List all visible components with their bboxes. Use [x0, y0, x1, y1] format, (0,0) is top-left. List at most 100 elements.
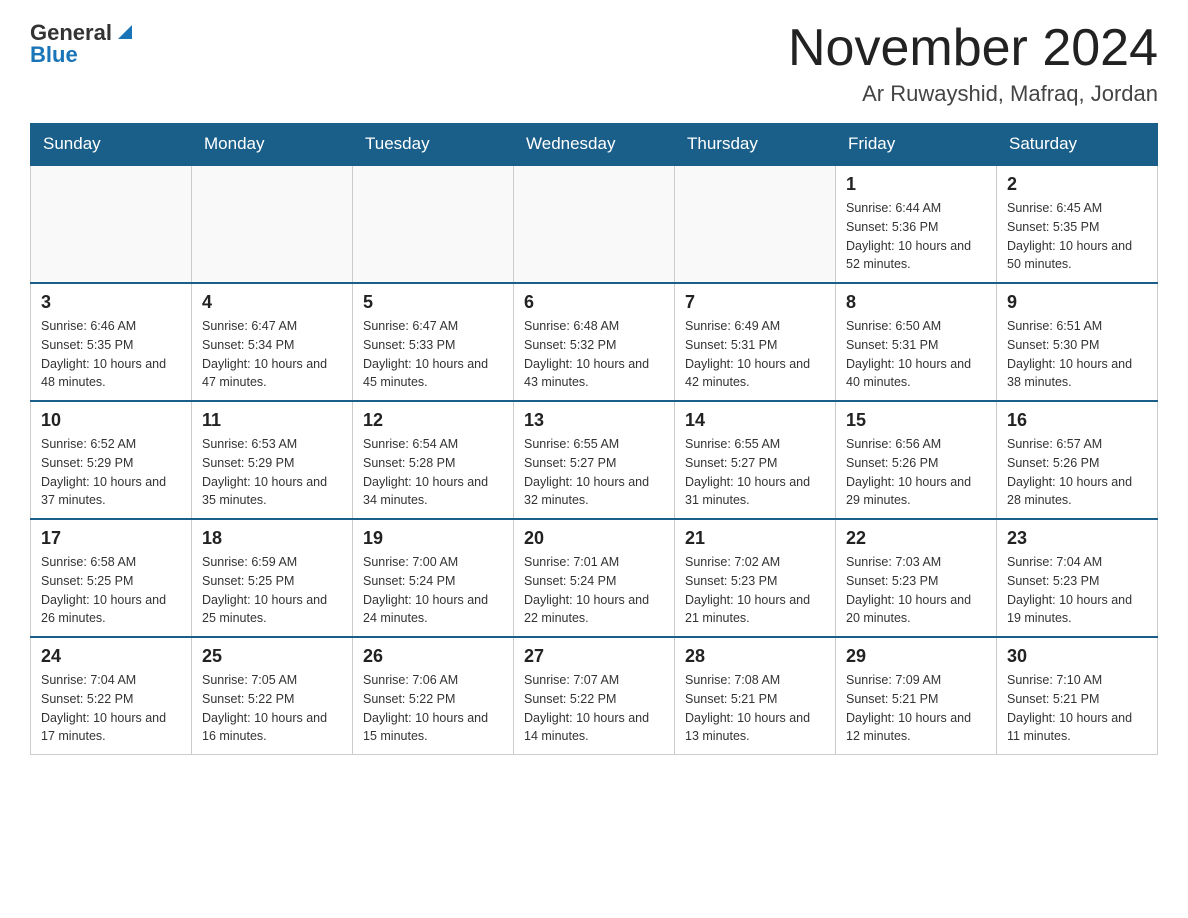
day-number: 21 — [685, 528, 825, 549]
day-info: Sunrise: 6:56 AMSunset: 5:26 PMDaylight:… — [846, 435, 986, 510]
calendar-cell: 19Sunrise: 7:00 AMSunset: 5:24 PMDayligh… — [353, 519, 514, 637]
day-info: Sunrise: 7:05 AMSunset: 5:22 PMDaylight:… — [202, 671, 342, 746]
day-info: Sunrise: 6:57 AMSunset: 5:26 PMDaylight:… — [1007, 435, 1147, 510]
weekday-header-thursday: Thursday — [675, 124, 836, 166]
day-number: 5 — [363, 292, 503, 313]
calendar-cell: 3 Sunrise: 6:46 AMSunset: 5:35 PMDaylight… — [31, 283, 192, 401]
calendar-cell: 4Sunrise: 6:47 AMSunset: 5:34 PMDaylight… — [192, 283, 353, 401]
logo: General Blue — [30, 20, 136, 68]
logo-blue: Blue — [30, 42, 78, 68]
weekday-header-wednesday: Wednesday — [514, 124, 675, 166]
calendar-cell: 13 Sunrise: 6:55 AMSunset: 5:27 PMDayligh… — [514, 401, 675, 519]
day-info: Sunrise: 6:46 AMSunset: 5:35 PMDaylight:… — [41, 317, 181, 392]
day-number: 27 — [524, 646, 664, 667]
calendar-header-row: SundayMondayTuesdayWednesdayThursdayFrid… — [31, 124, 1158, 166]
calendar-week-row: 17 Sunrise: 6:58 AMSunset: 5:25 PMDayligh… — [31, 519, 1158, 637]
day-info: Sunrise: 7:04 AMSunset: 5:23 PMDaylight:… — [1007, 553, 1147, 628]
day-number: 18 — [202, 528, 342, 549]
day-info: Sunrise: 6:47 AMSunset: 5:34 PMDaylight:… — [202, 317, 342, 392]
day-number: 24 — [41, 646, 181, 667]
day-info: Sunrise: 7:01 AMSunset: 5:24 PMDaylight:… — [524, 553, 664, 628]
day-number: 16 — [1007, 410, 1147, 431]
day-number: 10 — [41, 410, 181, 431]
calendar-cell: 10 Sunrise: 6:52 AMSunset: 5:29 PMDayligh… — [31, 401, 192, 519]
calendar-week-row: 1 Sunrise: 6:44 AMSunset: 5:36 PMDaylight… — [31, 165, 1158, 283]
day-number: 26 — [363, 646, 503, 667]
calendar-cell: 5 Sunrise: 6:47 AMSunset: 5:33 PMDaylight… — [353, 283, 514, 401]
day-number: 12 — [363, 410, 503, 431]
day-number: 28 — [685, 646, 825, 667]
calendar-cell: 14Sunrise: 6:55 AMSunset: 5:27 PMDayligh… — [675, 401, 836, 519]
day-info: Sunrise: 6:48 AMSunset: 5:32 PMDaylight:… — [524, 317, 664, 392]
day-number: 29 — [846, 646, 986, 667]
calendar-cell: 24 Sunrise: 7:04 AMSunset: 5:22 PMDayligh… — [31, 637, 192, 755]
day-info: Sunrise: 6:49 AMSunset: 5:31 PMDaylight:… — [685, 317, 825, 392]
day-number: 15 — [846, 410, 986, 431]
calendar-week-row: 3 Sunrise: 6:46 AMSunset: 5:35 PMDaylight… — [31, 283, 1158, 401]
day-number: 3 — [41, 292, 181, 313]
calendar-cell: 8 Sunrise: 6:50 AMSunset: 5:31 PMDaylight… — [836, 283, 997, 401]
calendar-cell: 6 Sunrise: 6:48 AMSunset: 5:32 PMDaylight… — [514, 283, 675, 401]
day-info: Sunrise: 7:10 AMSunset: 5:21 PMDaylight:… — [1007, 671, 1147, 746]
day-info: Sunrise: 6:58 AMSunset: 5:25 PMDaylight:… — [41, 553, 181, 628]
day-info: Sunrise: 7:06 AMSunset: 5:22 PMDaylight:… — [363, 671, 503, 746]
logo-triangle-icon — [114, 21, 136, 43]
day-number: 17 — [41, 528, 181, 549]
location-title: Ar Ruwayshid, Mafraq, Jordan — [788, 81, 1158, 107]
calendar-cell: 18Sunrise: 6:59 AMSunset: 5:25 PMDayligh… — [192, 519, 353, 637]
day-info: Sunrise: 6:55 AMSunset: 5:27 PMDaylight:… — [524, 435, 664, 510]
calendar-cell: 11Sunrise: 6:53 AMSunset: 5:29 PMDayligh… — [192, 401, 353, 519]
day-info: Sunrise: 7:02 AMSunset: 5:23 PMDaylight:… — [685, 553, 825, 628]
calendar-cell: 28 Sunrise: 7:08 AMSunset: 5:21 PMDayligh… — [675, 637, 836, 755]
day-number: 13 — [524, 410, 664, 431]
weekday-header-sunday: Sunday — [31, 124, 192, 166]
day-number: 30 — [1007, 646, 1147, 667]
day-info: Sunrise: 6:47 AMSunset: 5:33 PMDaylight:… — [363, 317, 503, 392]
day-number: 7 — [685, 292, 825, 313]
day-number: 9 — [1007, 292, 1147, 313]
day-number: 23 — [1007, 528, 1147, 549]
header: General Blue November 2024 Ar Ruwayshid,… — [30, 20, 1158, 107]
calendar-cell — [192, 165, 353, 283]
calendar-cell: 29 Sunrise: 7:09 AMSunset: 5:21 PMDayligh… — [836, 637, 997, 755]
calendar-cell: 7 Sunrise: 6:49 AMSunset: 5:31 PMDaylight… — [675, 283, 836, 401]
day-info: Sunrise: 7:04 AMSunset: 5:22 PMDaylight:… — [41, 671, 181, 746]
weekday-header-saturday: Saturday — [997, 124, 1158, 166]
calendar-cell: 15 Sunrise: 6:56 AMSunset: 5:26 PMDayligh… — [836, 401, 997, 519]
day-info: Sunrise: 7:09 AMSunset: 5:21 PMDaylight:… — [846, 671, 986, 746]
day-info: Sunrise: 6:45 AMSunset: 5:35 PMDaylight:… — [1007, 199, 1147, 274]
weekday-header-tuesday: Tuesday — [353, 124, 514, 166]
day-info: Sunrise: 7:07 AMSunset: 5:22 PMDaylight:… — [524, 671, 664, 746]
calendar-table: SundayMondayTuesdayWednesdayThursdayFrid… — [30, 123, 1158, 755]
day-info: Sunrise: 7:08 AMSunset: 5:21 PMDaylight:… — [685, 671, 825, 746]
calendar-cell: 1 Sunrise: 6:44 AMSunset: 5:36 PMDaylight… — [836, 165, 997, 283]
day-number: 25 — [202, 646, 342, 667]
title-area: November 2024 Ar Ruwayshid, Mafraq, Jord… — [788, 20, 1158, 107]
calendar-cell: 20 Sunrise: 7:01 AMSunset: 5:24 PMDayligh… — [514, 519, 675, 637]
calendar-cell: 25 Sunrise: 7:05 AMSunset: 5:22 PMDayligh… — [192, 637, 353, 755]
calendar-cell: 12 Sunrise: 6:54 AMSunset: 5:28 PMDayligh… — [353, 401, 514, 519]
calendar-cell — [514, 165, 675, 283]
calendar-week-row: 10 Sunrise: 6:52 AMSunset: 5:29 PMDayligh… — [31, 401, 1158, 519]
day-info: Sunrise: 6:54 AMSunset: 5:28 PMDaylight:… — [363, 435, 503, 510]
day-number: 1 — [846, 174, 986, 195]
calendar-cell: 9Sunrise: 6:51 AMSunset: 5:30 PMDaylight… — [997, 283, 1158, 401]
day-number: 22 — [846, 528, 986, 549]
calendar-cell — [31, 165, 192, 283]
day-number: 19 — [363, 528, 503, 549]
day-number: 2 — [1007, 174, 1147, 195]
day-info: Sunrise: 7:03 AMSunset: 5:23 PMDaylight:… — [846, 553, 986, 628]
calendar-cell: 2 Sunrise: 6:45 AMSunset: 5:35 PMDaylight… — [997, 165, 1158, 283]
day-number: 20 — [524, 528, 664, 549]
calendar-cell: 21 Sunrise: 7:02 AMSunset: 5:23 PMDayligh… — [675, 519, 836, 637]
calendar-cell: 22 Sunrise: 7:03 AMSunset: 5:23 PMDayligh… — [836, 519, 997, 637]
day-number: 8 — [846, 292, 986, 313]
day-info: Sunrise: 6:50 AMSunset: 5:31 PMDaylight:… — [846, 317, 986, 392]
calendar-cell: 23 Sunrise: 7:04 AMSunset: 5:23 PMDayligh… — [997, 519, 1158, 637]
day-number: 6 — [524, 292, 664, 313]
day-info: Sunrise: 6:52 AMSunset: 5:29 PMDaylight:… — [41, 435, 181, 510]
calendar-week-row: 24 Sunrise: 7:04 AMSunset: 5:22 PMDayligh… — [31, 637, 1158, 755]
day-info: Sunrise: 6:44 AMSunset: 5:36 PMDaylight:… — [846, 199, 986, 274]
calendar-cell: 26 Sunrise: 7:06 AMSunset: 5:22 PMDayligh… — [353, 637, 514, 755]
calendar-cell: 17 Sunrise: 6:58 AMSunset: 5:25 PMDayligh… — [31, 519, 192, 637]
